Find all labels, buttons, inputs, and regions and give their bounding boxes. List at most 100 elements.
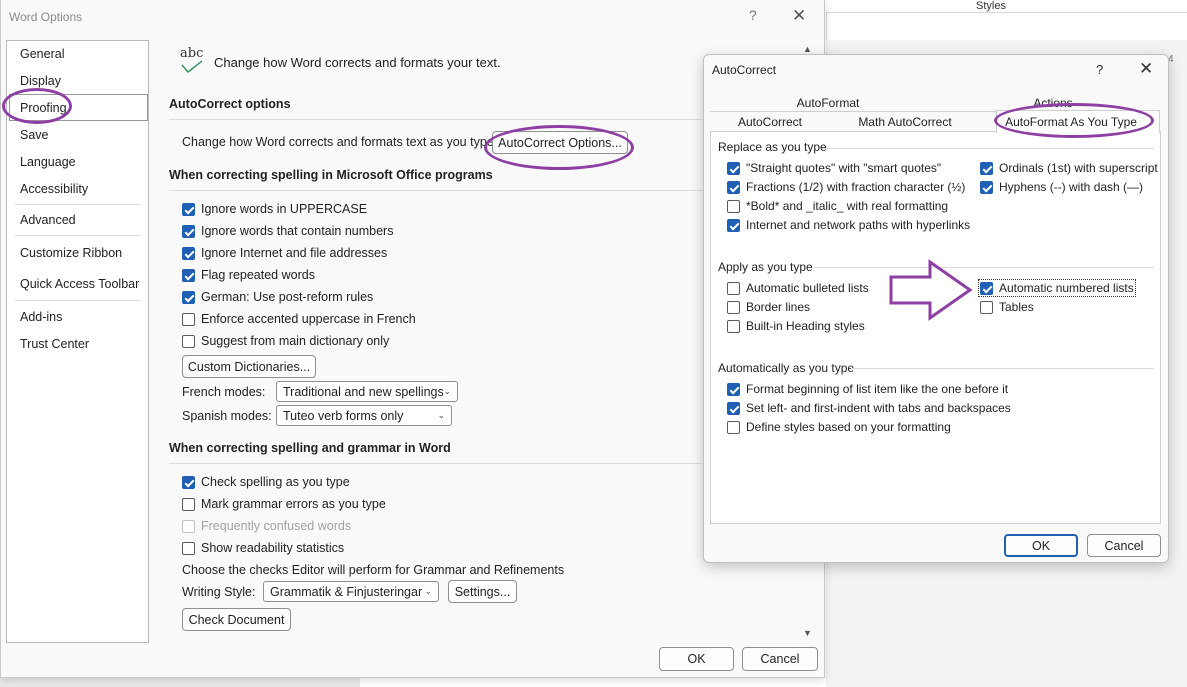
option-readability[interactable]: Show readability statistics <box>182 541 344 555</box>
nav-item-language[interactable]: Language <box>20 155 76 169</box>
abc-icon-text: abc <box>180 46 204 61</box>
option-label: Format beginning of list item like the o… <box>746 382 1009 396</box>
ac-option-ordinals[interactable]: Ordinals (1st) with superscript <box>980 161 1158 175</box>
option-label: Check spelling as you type <box>201 475 350 489</box>
nav-item-trust-center[interactable]: Trust Center <box>20 337 89 351</box>
ac-option-tables[interactable]: Tables <box>980 300 1034 314</box>
option-ignore-internet[interactable]: Ignore Internet and file addresses <box>182 246 387 260</box>
close-button[interactable]: ✕ <box>792 6 806 26</box>
checkbox[interactable] <box>182 268 195 282</box>
ac-option-bold-italic[interactable]: *Bold* and _italic_ with real formatting <box>727 199 948 213</box>
options-nav: General Display Proofing Save Language A… <box>6 40 149 643</box>
checkbox[interactable] <box>727 161 740 175</box>
french-modes-select[interactable]: Traditional and new spellings ⌄ <box>276 381 458 402</box>
checkbox[interactable] <box>182 497 195 511</box>
checkbox[interactable] <box>727 420 740 434</box>
checkbox[interactable] <box>727 218 740 232</box>
ac-cancel-button[interactable]: Cancel <box>1087 534 1161 557</box>
option-check-spelling[interactable]: Check spelling as you type <box>182 475 350 489</box>
nav-item-display[interactable]: Display <box>20 74 61 88</box>
autocorrect-help-button[interactable]: ? <box>1096 62 1103 77</box>
ac-ok-button[interactable]: OK <box>1004 534 1078 557</box>
nav-item-quick-access-toolbar[interactable]: Quick Access Toolbar <box>20 277 139 291</box>
option-flag-repeated[interactable]: Flag repeated words <box>182 268 315 282</box>
checkbox[interactable] <box>727 401 740 415</box>
background-document-edge <box>0 678 360 687</box>
nav-separator <box>15 235 141 236</box>
ac-option-border-lines[interactable]: Border lines <box>727 300 810 314</box>
writing-style-select[interactable]: Grammatik & Finjusteringar ⌄ <box>263 581 439 602</box>
check-document-button[interactable]: Check Document <box>182 608 291 631</box>
checkbox[interactable] <box>182 290 195 304</box>
ac-option-define-styles[interactable]: Define styles based on your formatting <box>727 420 951 434</box>
checkbox[interactable] <box>727 199 740 213</box>
nav-item-add-ins[interactable]: Add-ins <box>20 310 62 324</box>
option-label: Tables <box>999 300 1034 314</box>
ac-option-bulleted-lists[interactable]: Automatic bulleted lists <box>727 281 869 295</box>
checkbox[interactable] <box>727 300 740 314</box>
tab-autoformat-as-you-type[interactable]: AutoFormat As You Type <box>996 115 1146 129</box>
ac-option-format-list-item[interactable]: Format beginning of list item like the o… <box>727 382 1008 396</box>
option-ignore-uppercase[interactable]: Ignore words in UPPERCASE <box>182 202 367 216</box>
nav-item-accessibility[interactable]: Accessibility <box>20 182 88 196</box>
option-french-accent[interactable]: Enforce accented uppercase in French <box>182 312 416 326</box>
checkbox[interactable] <box>727 319 740 333</box>
ac-option-indent-tabs[interactable]: Set left- and first-indent with tabs and… <box>727 401 1011 415</box>
arrow-right-icon <box>889 259 973 321</box>
autocorrect-close-button[interactable]: ✕ <box>1139 59 1153 79</box>
ac-option-numbered-lists[interactable]: Automatic numbered lists <box>978 279 1136 297</box>
tab-actions[interactable]: Actions <box>946 96 1160 110</box>
nav-item-proofing[interactable]: Proofing <box>20 101 67 115</box>
checkbox[interactable] <box>727 180 740 194</box>
checkbox[interactable] <box>980 180 993 194</box>
checkbox[interactable] <box>980 300 993 314</box>
checkbox[interactable] <box>182 246 195 260</box>
cancel-button[interactable]: Cancel <box>742 647 818 671</box>
editor-description: Choose the checks Editor will perform fo… <box>182 563 565 577</box>
settings-button[interactable]: Settings... <box>448 580 517 603</box>
styles-pane-title: Styles <box>976 0 1006 12</box>
custom-dictionaries-button[interactable]: Custom Dictionaries... <box>182 355 316 378</box>
grammar-section-title: When correcting spelling and grammar in … <box>169 441 451 455</box>
checkbox[interactable] <box>980 281 993 295</box>
scroll-up-icon[interactable]: ▲ <box>803 44 812 54</box>
option-german-reform[interactable]: German: Use post-reform rules <box>182 290 373 304</box>
help-button[interactable]: ? <box>749 7 757 23</box>
checkbox[interactable] <box>182 224 195 238</box>
group-divider <box>851 368 1154 369</box>
option-main-dictionary[interactable]: Suggest from main dictionary only <box>182 334 389 348</box>
tab-autoformat[interactable]: AutoFormat <box>710 96 946 110</box>
checkbox[interactable] <box>182 475 195 489</box>
option-mark-grammar[interactable]: Mark grammar errors as you type <box>182 497 386 511</box>
writing-style-label: Writing Style: <box>182 585 256 599</box>
option-label: Fractions (1/2) with fraction character … <box>746 180 966 194</box>
checkbox[interactable] <box>980 161 993 175</box>
checkbox[interactable] <box>182 312 195 326</box>
chevron-down-icon: ⌄ <box>437 410 445 420</box>
tab-math-autocorrect[interactable]: Math AutoCorrect <box>830 115 980 129</box>
spanish-modes-label: Spanish modes: <box>182 409 272 423</box>
ac-option-smart-quotes[interactable]: "Straight quotes" with "smart quotes" <box>727 161 941 175</box>
nav-item-customize-ribbon[interactable]: Customize Ribbon <box>20 246 122 260</box>
autocorrect-options-button[interactable]: AutoCorrect Options... <box>492 131 628 154</box>
ac-option-hyphens[interactable]: Hyphens (--) with dash (—) <box>980 180 1143 194</box>
spanish-modes-select[interactable]: Tuteo verb forms only ⌄ <box>276 405 452 426</box>
nav-item-general[interactable]: General <box>20 47 64 61</box>
ac-option-hyperlinks[interactable]: Internet and network paths with hyperlin… <box>727 218 970 232</box>
ac-option-fractions[interactable]: Fractions (1/2) with fraction character … <box>727 180 965 194</box>
nav-item-save[interactable]: Save <box>20 128 49 142</box>
checkbox[interactable] <box>182 202 195 216</box>
checkbox[interactable] <box>182 541 195 555</box>
tab-autocorrect[interactable]: AutoCorrect <box>710 115 830 129</box>
abc-check-icon: abc <box>180 46 204 73</box>
ac-option-heading-styles[interactable]: Built-in Heading styles <box>727 319 865 333</box>
scroll-down-icon[interactable]: ▼ <box>803 628 812 638</box>
checkbox[interactable] <box>182 334 195 348</box>
option-ignore-numbers[interactable]: Ignore words that contain numbers <box>182 224 393 238</box>
proofing-header-text: Change how Word corrects and formats you… <box>214 55 501 70</box>
checkbox[interactable] <box>727 382 740 396</box>
select-value: Tuteo verb forms only <box>283 408 404 423</box>
ok-button[interactable]: OK <box>659 647 734 671</box>
checkbox[interactable] <box>727 281 740 295</box>
nav-item-advanced[interactable]: Advanced <box>20 213 76 227</box>
